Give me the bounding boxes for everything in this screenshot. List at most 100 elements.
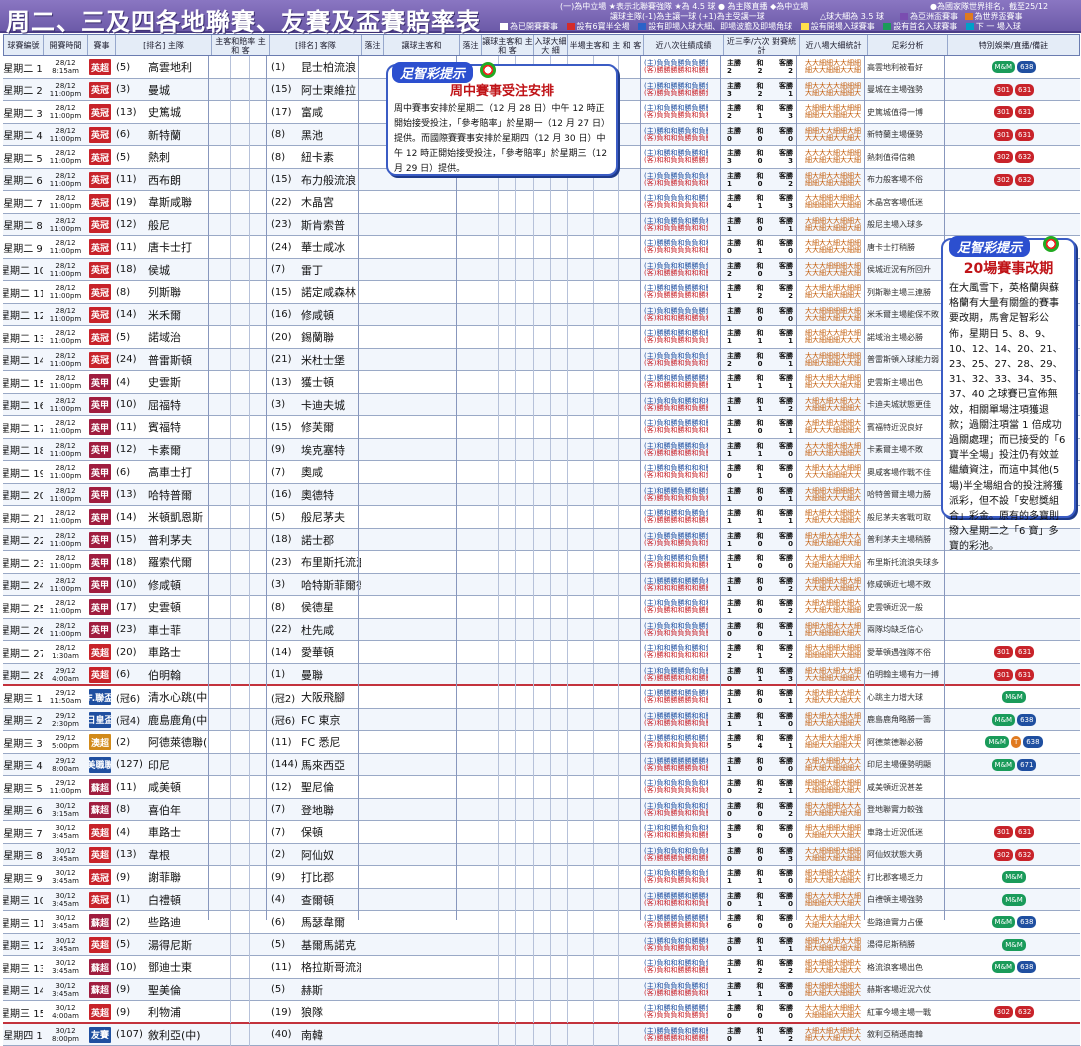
tv-channel-badge[interactable]: 631: [1015, 106, 1034, 118]
table-row[interactable]: 星期二 2028/1211:00pm英甲(13)哈特普爾(16)奧德特(主)和勝…: [3, 484, 1080, 507]
table-row[interactable]: 星期二 2628/1211:00pm英甲(23)車士菲(22)杜先咸(主)負負和…: [3, 619, 1080, 642]
table-row[interactable]: 星期三 429/128:00am美職聯(127)印尼(144)馬來西亞(主)勝勝…: [3, 754, 1080, 777]
home-team[interactable]: 謝菲聯: [148, 866, 208, 888]
table-row[interactable]: 星期二 1628/1211:00pm英甲(10)屈福特(3)卡迪夫城(主)負和負…: [3, 394, 1080, 417]
home-team[interactable]: 卡素爾: [148, 439, 208, 461]
tv-channel-badge[interactable]: 302: [994, 1006, 1013, 1018]
home-team[interactable]: 白禮頓: [148, 889, 208, 911]
table-row[interactable]: 星期二 728/1211:00pm英冠(19)韋斯咸聯(22)木晶宮(主)和負負…: [3, 191, 1080, 214]
tv-channel-badge[interactable]: 638: [1017, 916, 1036, 928]
away-team[interactable]: 錫蘭聯: [301, 326, 361, 348]
table-row[interactable]: 星期二 1528/1211:00pm英甲(4)史雲斯(13)獲士頓(主)勝和勝負…: [3, 371, 1080, 394]
home-team[interactable]: 般尼: [148, 214, 208, 236]
tv-channel-badge[interactable]: 631: [1015, 669, 1034, 681]
away-team[interactable]: 修咸頓: [301, 304, 361, 326]
tv-channel-badge[interactable]: 638: [1023, 736, 1042, 748]
home-team[interactable]: 阿德萊德聯(中): [148, 731, 208, 753]
table-row[interactable]: 星期二 1928/1211:00pm英甲(6)高車士打(7)奧咸(主)勝和負勝和…: [3, 461, 1080, 484]
away-team[interactable]: 昆士柏流浪: [301, 56, 361, 78]
tv-channel-badge[interactable]: M&M: [992, 61, 1016, 73]
table-row[interactable]: 星期二 828/1211:00pm英冠(12)般尼(23)斯肯索普(主)和負勝負…: [3, 214, 1080, 237]
tv-channel-badge[interactable]: M&M: [1002, 894, 1026, 906]
table-row[interactable]: 星期四 130/128:00pm友賽(107)敘利亞(中)(40)南韓(主)勝負…: [3, 1024, 1080, 1046]
home-team[interactable]: 米禾爾: [148, 304, 208, 326]
home-team[interactable]: 哈特普爾: [148, 484, 208, 506]
table-row[interactable]: 星期二 1228/1211:00pm英冠(14)米禾爾(16)修咸頓(主)負和勝…: [3, 304, 1080, 327]
home-team[interactable]: 賓福特: [148, 416, 208, 438]
away-team[interactable]: 般尼茅夫: [301, 506, 361, 528]
table-row[interactable]: 星期二 1428/1211:00pm英冠(24)普雷斯頓(21)米杜士堡(主)負…: [3, 349, 1080, 372]
table-row[interactable]: 星期三 1230/123:45am英超(5)湯得尼斯(5)基爾馬諾克(主)勝和負…: [3, 934, 1080, 957]
away-team[interactable]: FC 悉尼: [301, 731, 361, 753]
away-team[interactable]: 阿仙奴: [301, 844, 361, 866]
home-team[interactable]: 韋根: [148, 844, 208, 866]
away-team[interactable]: 大阪飛腳: [301, 686, 361, 708]
tv-channel-badge[interactable]: M&M: [992, 961, 1016, 973]
tv-channel-badge[interactable]: M&M: [985, 736, 1009, 748]
tv-channel-badge[interactable]: 302: [994, 849, 1013, 861]
away-team[interactable]: 諾定咸森林: [301, 281, 361, 303]
home-team[interactable]: 新特蘭: [148, 124, 208, 146]
table-row[interactable]: 星期二 1028/1211:00pm英冠(18)侯城(7)雷丁(主)負負和和勝勝…: [3, 259, 1080, 282]
home-team[interactable]: 唐卡士打: [148, 236, 208, 258]
home-team[interactable]: 史雲斯: [148, 371, 208, 393]
table-row[interactable]: 星期三 329/125:00pm澳超(2)阿德萊德聯(中)(11)FC 悉尼(主…: [3, 731, 1080, 754]
table-row[interactable]: 星期三 630/123:15am蘇超(8)喜伯年(7)登地聯(主)負和負和負和和…: [3, 799, 1080, 822]
tv-channel-badge[interactable]: 632: [1015, 174, 1034, 186]
home-team[interactable]: 諾域治: [148, 326, 208, 348]
table-row[interactable]: 星期三 1430/123:45am蘇超(9)聖美倫(5)赫斯(主)和負負和負勝和…: [3, 979, 1080, 1002]
table-row[interactable]: 星期二 1728/1211:00pm英甲(11)賓福特(15)修芙爾(主)負和勝…: [3, 416, 1080, 439]
table-row[interactable]: 星期二 2528/1211:00pm英甲(17)史雲頓(8)侯德星(主)和負負勝…: [3, 596, 1080, 619]
home-team[interactable]: 米頓凱恩斯: [148, 506, 208, 528]
away-team[interactable]: 查爾頓: [301, 889, 361, 911]
table-row[interactable]: 星期二 1828/1211:00pm英甲(12)卡素爾(9)埃克塞特(主)和勝負…: [3, 439, 1080, 462]
home-team[interactable]: 韋斯咸聯: [148, 191, 208, 213]
away-team[interactable]: 打比郡: [301, 866, 361, 888]
table-row[interactable]: 星期二 1328/1211:00pm英冠(5)諾域治(20)錫蘭聯(主)勝勝和勝…: [3, 326, 1080, 349]
table-row[interactable]: 星期三 529/1211:00pm蘇超(11)咸美頓(12)聖尼倫(主)負和負和…: [3, 776, 1080, 799]
home-team[interactable]: 聖美倫: [148, 979, 208, 1001]
tv-channel-badge[interactable]: 638: [1017, 961, 1036, 973]
away-team[interactable]: 侯德星: [301, 596, 361, 618]
away-team[interactable]: 獲士頓: [301, 371, 361, 393]
home-team[interactable]: 高雲地利: [148, 56, 208, 78]
away-team[interactable]: 埃克塞特: [301, 439, 361, 461]
tv-channel-badge[interactable]: T: [1011, 736, 1021, 748]
table-row[interactable]: 星期二 928/1211:00pm英冠(11)唐卡士打(24)華士咸冰(主)勝勝…: [3, 236, 1080, 259]
home-team[interactable]: 普利茅夫: [148, 529, 208, 551]
away-team[interactable]: 諾士郡: [301, 529, 361, 551]
away-team[interactable]: 木晶宮: [301, 191, 361, 213]
away-team[interactable]: 杜先咸: [301, 619, 361, 641]
away-team[interactable]: 布力般流浪: [301, 169, 361, 191]
away-team[interactable]: 紐卡素: [301, 146, 361, 168]
home-team[interactable]: 車士菲: [148, 619, 208, 641]
home-team[interactable]: 鄧迪士東: [148, 956, 208, 978]
away-team[interactable]: 格拉斯哥流浪: [301, 956, 361, 978]
tv-channel-badge[interactable]: 631: [1015, 84, 1034, 96]
away-team[interactable]: 曼聯: [301, 664, 361, 686]
tv-channel-badge[interactable]: 302: [994, 174, 1013, 186]
home-team[interactable]: 西布朗: [148, 169, 208, 191]
away-team[interactable]: 富咸: [301, 101, 361, 123]
home-team[interactable]: 史篤城: [148, 101, 208, 123]
tv-channel-badge[interactable]: 301: [994, 826, 1013, 838]
home-team[interactable]: 修咸頓: [148, 574, 208, 596]
away-team[interactable]: 斯肯索普: [301, 214, 361, 236]
home-team[interactable]: 利物浦: [148, 1001, 208, 1023]
tv-channel-badge[interactable]: 301: [994, 646, 1013, 658]
away-team[interactable]: 奧咸: [301, 461, 361, 483]
tv-channel-badge[interactable]: M&M: [1002, 871, 1026, 883]
away-team[interactable]: 基爾馬諾克: [301, 934, 361, 956]
tv-channel-badge[interactable]: M&M: [992, 916, 1016, 928]
tv-channel-badge[interactable]: 301: [994, 106, 1013, 118]
home-team[interactable]: 印尼: [148, 754, 208, 776]
home-team[interactable]: 侯城: [148, 259, 208, 281]
away-team[interactable]: 雷丁: [301, 259, 361, 281]
home-team[interactable]: 敘利亞(中): [148, 1024, 208, 1046]
table-row[interactable]: 星期三 229/122:30pm日皇盃(冠4)鹿島鹿角(中)(冠6)FC 東京(…: [3, 709, 1080, 732]
table-row[interactable]: 星期三 830/123:45am英超(13)韋根(2)阿仙奴(主)負和負和和負負…: [3, 844, 1080, 867]
away-team[interactable]: 黑池: [301, 124, 361, 146]
tv-channel-badge[interactable]: 301: [994, 669, 1013, 681]
home-team[interactable]: 列斯聯: [148, 281, 208, 303]
home-team[interactable]: 熱刺: [148, 146, 208, 168]
